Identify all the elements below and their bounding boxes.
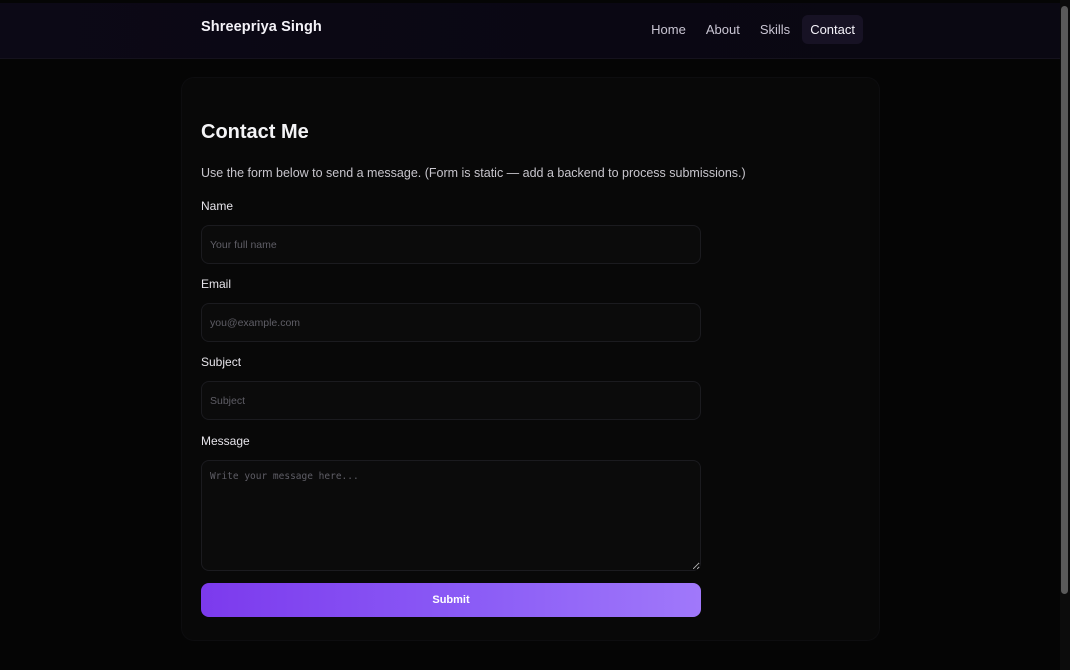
name-label: Name xyxy=(201,199,234,213)
page: Shreepriya Singh Home About Skills Conta… xyxy=(0,0,1070,670)
email-input[interactable] xyxy=(201,303,701,342)
nav-link-skills[interactable]: Skills xyxy=(752,15,798,44)
nav-link-home[interactable]: Home xyxy=(643,15,694,44)
nav-link-contact[interactable]: Contact xyxy=(802,15,863,44)
nav-links: Home About Skills Contact xyxy=(643,15,863,44)
subject-input[interactable] xyxy=(201,381,701,420)
page-title: Contact Me xyxy=(201,121,309,143)
scrollbar[interactable] xyxy=(1060,0,1070,670)
scrollbar-thumb[interactable] xyxy=(1061,6,1068,594)
message-label: Message xyxy=(201,434,250,448)
contact-intro: Use the form below to send a message. (F… xyxy=(201,166,746,180)
nav-link-about[interactable]: About xyxy=(698,15,748,44)
subject-label: Subject xyxy=(201,355,242,369)
submit-button[interactable]: Submit xyxy=(201,583,701,617)
email-label: Email xyxy=(201,277,232,291)
brand-name[interactable]: Shreepriya Singh xyxy=(201,19,322,35)
message-textarea[interactable] xyxy=(201,460,701,571)
name-input[interactable] xyxy=(201,225,701,264)
navbar: Shreepriya Singh Home About Skills Conta… xyxy=(0,3,1060,59)
